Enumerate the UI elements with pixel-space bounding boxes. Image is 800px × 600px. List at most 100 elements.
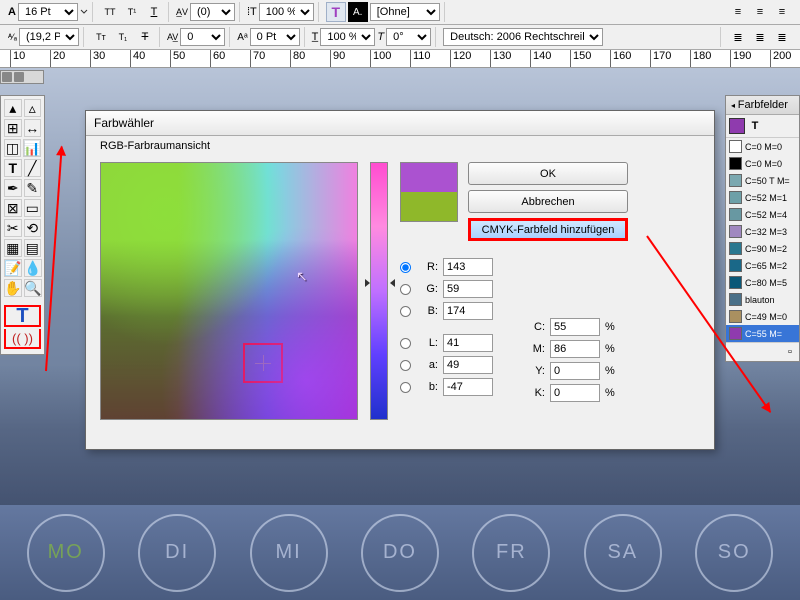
cancel-button[interactable]: Abbrechen (468, 190, 628, 213)
ruler-tick: 90 (330, 50, 345, 68)
G-input[interactable] (443, 280, 493, 298)
K-input[interactable] (550, 384, 600, 402)
color-T-button[interactable]: T (326, 2, 346, 22)
swatch-row[interactable]: C=32 M=3 (726, 223, 799, 240)
rect-tool[interactable]: ▭ (24, 199, 42, 217)
day-circle: DI (138, 514, 216, 592)
font-size-select[interactable]: 16 Pt (18, 3, 78, 21)
kerning-select[interactable]: (0) (190, 3, 235, 21)
C-input[interactable] (550, 318, 600, 336)
L-radio[interactable] (400, 338, 411, 349)
tools-panel: ▴▵ ⊞↔ ◫📊 T╱ ✒✎ ⊠▭ ✂⟲ ▦▤ 📝💧 ✋🔍 T (( )) (0, 95, 45, 355)
strike-button[interactable]: T (135, 27, 155, 47)
subscript-button[interactable]: T₁ (113, 27, 133, 47)
swatch-row[interactable]: C=49 M=0 (726, 308, 799, 325)
a-radio[interactable] (400, 360, 411, 371)
skew-select[interactable]: 0° (386, 28, 431, 46)
leading-icon: ᴬ⁄ₐ (8, 32, 17, 42)
ok-button[interactable]: OK (468, 162, 628, 185)
B-input[interactable] (443, 302, 493, 320)
char-style-A-button[interactable]: A. (348, 2, 368, 22)
ruler-tick: 160 (610, 50, 631, 68)
gap-tool[interactable]: ↔ (24, 119, 42, 137)
G-radio[interactable] (400, 284, 411, 295)
content-tool2[interactable]: 📊 (23, 139, 41, 157)
swatch-fill-toggle[interactable] (729, 118, 745, 134)
ruler-tick: 50 (170, 50, 185, 68)
a-input[interactable] (443, 356, 493, 374)
justify-center-button[interactable]: ≣ (750, 27, 770, 47)
swatch-row[interactable]: C=0 M=0 (726, 155, 799, 172)
color-field[interactable]: ↖ (100, 162, 358, 420)
vscale-select[interactable]: 100 % (259, 3, 314, 21)
zoom-tool[interactable]: 🔍 (24, 279, 42, 297)
swatch-row[interactable]: C=90 M=2 (726, 240, 799, 257)
page-tool[interactable]: ⊞ (4, 119, 22, 137)
b-radio[interactable] (400, 382, 411, 393)
selection-tool[interactable]: ▴ (4, 99, 22, 117)
L-input[interactable] (443, 334, 493, 352)
baseline-select[interactable]: 0 Pt (250, 28, 300, 46)
smallcaps-button[interactable]: Tᴛ (91, 27, 111, 47)
eyedropper-tool[interactable]: 💧 (24, 259, 42, 277)
panel-collapse-tabs[interactable] (0, 70, 44, 84)
hand-tool[interactable]: ✋ (4, 279, 22, 297)
hue-slider[interactable] (370, 162, 388, 420)
baseline-icon: Aᵃ (237, 32, 247, 43)
swatch-row[interactable]: C=52 M=1 (726, 189, 799, 206)
content-tool[interactable]: ◫ (4, 139, 21, 157)
add-cmyk-swatch-button[interactable]: CMYK-Farbfeld hinzufügen (468, 218, 628, 241)
ruler-tick: 20 (50, 50, 65, 68)
vscale-icon: ⁞T (247, 6, 257, 18)
day-circle: DO (361, 514, 439, 592)
gradient-tool[interactable]: ▦ (4, 239, 22, 257)
scissors-tool[interactable]: ✂ (4, 219, 22, 237)
ruler-tick: 60 (210, 50, 225, 68)
pencil-tool[interactable]: ✎ (24, 179, 42, 197)
swatch-row[interactable]: C=0 M=0 (726, 138, 799, 155)
new-swatch-button[interactable]: ▫ (783, 345, 797, 359)
leading-select[interactable]: (19,2 Pt) (19, 28, 79, 46)
underline-button[interactable]: T (144, 2, 164, 22)
align-center-button[interactable]: ≡ (750, 2, 770, 22)
swatch-row[interactable]: C=65 M=2 (726, 257, 799, 274)
line-tool[interactable]: ╱ (24, 159, 42, 177)
type-tool[interactable]: T (4, 159, 22, 177)
gradient-feather-tool[interactable]: ▤ (24, 239, 42, 257)
tracking-select[interactable]: 0 (180, 28, 225, 46)
char-style-select[interactable]: [Ohne] (370, 3, 440, 21)
swatch-row[interactable]: C=52 M=4 (726, 206, 799, 223)
superscript-button[interactable]: T¹ (122, 2, 142, 22)
justify-right-button[interactable]: ≣ (772, 27, 792, 47)
swatch-row[interactable]: C=50 T M= (726, 172, 799, 189)
swatch-row[interactable]: C=55 M= (726, 325, 799, 342)
justify-left-button[interactable]: ≣ (728, 27, 748, 47)
M-input[interactable] (550, 340, 600, 358)
align-left-button[interactable]: ≡ (728, 2, 748, 22)
swatch-text-toggle[interactable]: T (747, 118, 763, 134)
apply-color-parens[interactable]: (( )) (4, 329, 41, 349)
dialog-title: Farbwähler (86, 111, 714, 136)
Y-input[interactable] (550, 362, 600, 380)
ruler-tick: 10 (10, 50, 25, 68)
R-radio[interactable] (400, 262, 411, 273)
swatch-row[interactable]: C=80 M=5 (726, 274, 799, 291)
hscale-icon: T̲ (312, 31, 319, 43)
language-select[interactable]: Deutsch: 2006 Rechtschreib (443, 28, 603, 46)
hscale-select[interactable]: 100 % (320, 28, 375, 46)
day-circle: MO (27, 514, 105, 592)
fill-color-T[interactable]: T (4, 305, 41, 327)
b-input[interactable] (443, 378, 493, 396)
align-right-button[interactable]: ≡ (772, 2, 792, 22)
ruler-tick: 170 (650, 50, 671, 68)
R-input[interactable] (443, 258, 493, 276)
A-icon: A (8, 6, 16, 18)
swatch-row[interactable]: blauton (726, 291, 799, 308)
allcaps-button[interactable]: TT (100, 2, 120, 22)
pen-tool[interactable]: ✒ (4, 179, 22, 197)
transform-tool[interactable]: ⟲ (24, 219, 42, 237)
note-tool[interactable]: 📝 (4, 259, 22, 277)
B-radio[interactable] (400, 306, 411, 317)
direct-select-tool[interactable]: ▵ (24, 99, 42, 117)
frame-tool[interactable]: ⊠ (4, 199, 22, 217)
